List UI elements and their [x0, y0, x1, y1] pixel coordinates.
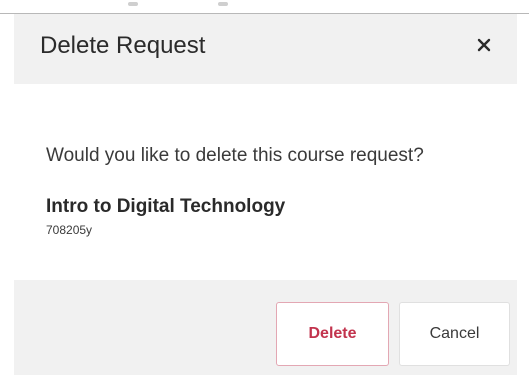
close-button[interactable]	[471, 34, 497, 60]
dialog-header: Delete Request	[14, 14, 517, 84]
delete-button[interactable]: Delete	[276, 302, 389, 366]
dialog-title: Delete Request	[40, 32, 206, 59]
course-code: 708205y	[46, 223, 93, 237]
close-icon	[477, 38, 491, 57]
delete-request-dialog: Delete Request Would you like to delete …	[14, 14, 517, 375]
background-fragment	[218, 2, 228, 6]
background-window-strip	[0, 0, 529, 14]
course-name: Intro to Digital Technology	[46, 196, 286, 217]
page: Delete Request Would you like to delete …	[0, 0, 529, 375]
background-fragment	[128, 2, 138, 6]
delete-prompt: Would you like to delete this course req…	[46, 145, 424, 166]
dialog-footer: Delete Cancel	[14, 280, 517, 375]
cancel-button[interactable]: Cancel	[399, 302, 510, 366]
